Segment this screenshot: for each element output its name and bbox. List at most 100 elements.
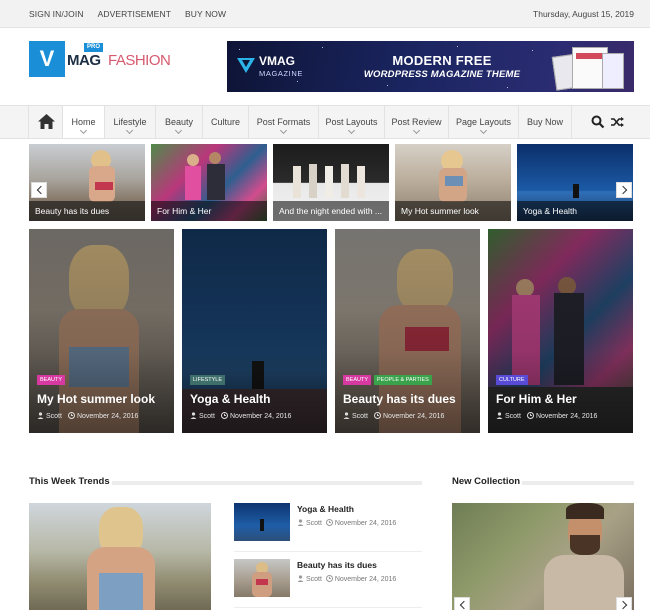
card-meta: Scott November 24, 2016: [190, 412, 291, 420]
slider-next-button[interactable]: [616, 182, 632, 198]
slider-caption: And the night ended with ...: [273, 201, 389, 221]
card-categories: BEAUTY PEOPLE & PARTIES: [343, 375, 432, 385]
slider-photo-figure: [95, 182, 113, 190]
user-icon: [190, 412, 197, 419]
banner-headline: MODERN FREE: [392, 53, 492, 68]
nav-item-label: Culture: [210, 117, 240, 127]
trend-list-item[interactable]: Yoga & Health Scott November 24, 2016: [234, 503, 422, 552]
slider-photo-figure: [209, 152, 221, 164]
category-badge[interactable]: PEOPLE & PARTIES: [374, 375, 432, 385]
nav-home-button[interactable]: [28, 106, 63, 138]
post-date: November 24, 2016: [535, 413, 598, 420]
featured-post-card[interactable]: BEAUTY My Hot summer look Scott November…: [29, 229, 174, 433]
banner-star: [297, 81, 298, 82]
banner-star: [507, 87, 508, 88]
slider-photo-figure: [207, 164, 225, 200]
logo-mark: V: [29, 41, 65, 77]
chevron-right-icon: [618, 185, 628, 195]
card-author[interactable]: Scott: [343, 412, 368, 420]
slider-photo-figure: [187, 154, 199, 166]
buy-now-link[interactable]: BUY NOW: [185, 9, 226, 19]
featured-post-card[interactable]: CULTURE For Him & Her Scott November 24,…: [488, 229, 633, 433]
collection-prev-button[interactable]: [454, 597, 470, 610]
search-icon[interactable]: [591, 115, 605, 129]
trend-featured-image[interactable]: [29, 503, 211, 610]
thumb-figure: [256, 579, 268, 585]
slider-item[interactable]: For Him & Her: [151, 144, 267, 221]
nav-item-label: Page Layouts: [455, 117, 512, 127]
collection-next-button[interactable]: [616, 597, 632, 610]
nav-item-post-layouts[interactable]: Post Layouts: [319, 106, 385, 138]
advertisement-link[interactable]: ADVERTISEMENT: [98, 9, 171, 19]
slider-item[interactable]: And the night ended with ...: [273, 144, 389, 221]
author-name[interactable]: Scott: [306, 520, 322, 527]
section-divider: [112, 481, 422, 485]
logo-pro-badge: PRO: [84, 43, 104, 52]
nav-item-label: Post Review: [391, 117, 442, 127]
nav-item-post-review[interactable]: Post Review: [385, 106, 449, 138]
card-categories: CULTURE: [496, 375, 528, 385]
trend-thumbnail[interactable]: [234, 503, 290, 541]
device-screen-header: [576, 53, 604, 59]
nav-item-culture[interactable]: Culture: [203, 106, 249, 138]
author-name: Scott: [352, 413, 368, 420]
card-date: November 24, 2016: [526, 412, 598, 420]
category-badge[interactable]: LIFESTYLE: [190, 375, 226, 385]
slider-prev-button[interactable]: [31, 182, 47, 198]
nav-item-buy-now[interactable]: Buy Now: [519, 106, 572, 138]
nav-item-label: Beauty: [164, 117, 194, 127]
featured-post-card[interactable]: LIFESTYLE Yoga & Health Scott November 2…: [182, 229, 327, 433]
chevron-down-icon: [412, 126, 420, 135]
trend-title[interactable]: Beauty has its dues: [297, 560, 377, 570]
shuffle-icon[interactable]: [610, 115, 624, 129]
chevron-down-icon: [347, 126, 355, 135]
collection-slider[interactable]: [452, 503, 634, 610]
nav-item-lifestyle[interactable]: Lifestyle: [105, 106, 156, 138]
post-date: November 24, 2016: [76, 413, 139, 420]
chevron-left-icon: [36, 185, 46, 195]
post-date: November 24, 2016: [334, 520, 397, 527]
author-name: Scott: [46, 413, 62, 420]
slider-photo-figure: [325, 166, 333, 198]
slider-photo-figure: [185, 166, 201, 200]
post-date: November 24, 2016: [334, 576, 397, 583]
list-divider: [234, 551, 422, 552]
nav-item-home[interactable]: Home: [63, 106, 105, 138]
slider-photo-figure: [293, 166, 301, 198]
card-categories: BEAUTY: [37, 375, 66, 385]
slider-item[interactable]: My Hot summer look: [395, 144, 511, 221]
card-title[interactable]: Beauty has its dues: [343, 392, 456, 406]
collection-photo-figure: [570, 535, 600, 555]
top-links: SIGN IN/JOIN ADVERTISEMENT BUY NOW: [29, 9, 226, 19]
sign-in-link[interactable]: SIGN IN/JOIN: [29, 9, 84, 19]
slider-caption: Yoga & Health: [517, 201, 633, 221]
card-title[interactable]: For Him & Her: [496, 392, 577, 406]
nav-item-page-layouts[interactable]: Page Layouts: [449, 106, 519, 138]
card-title[interactable]: My Hot summer look: [37, 392, 155, 406]
featured-post-card[interactable]: BEAUTY PEOPLE & PARTIES Beauty has its d…: [335, 229, 480, 433]
slider-photo-figure: [309, 164, 317, 198]
site-logo[interactable]: V PRO MAG FASHION: [29, 41, 171, 79]
banner-logo-sub: MAGAZINE: [259, 69, 303, 78]
slider-photo-figure: [445, 176, 463, 186]
card-author[interactable]: Scott: [37, 412, 62, 420]
card-title[interactable]: Yoga & Health: [190, 392, 270, 406]
thumb-figure: [260, 519, 264, 531]
card-author[interactable]: Scott: [496, 412, 521, 420]
category-badge[interactable]: CULTURE: [496, 375, 528, 385]
author-name[interactable]: Scott: [306, 576, 322, 583]
header-banner-ad[interactable]: VMAG MAGAZINE MODERN FREE WORDPRESS MAGA…: [227, 41, 634, 92]
chevron-down-icon: [79, 126, 87, 135]
post-date: November 24, 2016: [229, 413, 292, 420]
trend-title[interactable]: Yoga & Health: [297, 504, 354, 514]
nav-item-beauty[interactable]: Beauty: [156, 106, 203, 138]
trend-thumbnail[interactable]: [234, 559, 290, 597]
category-badge[interactable]: BEAUTY: [37, 375, 66, 385]
author-name: Scott: [199, 413, 215, 420]
trend-list-item[interactable]: Beauty has its dues Scott November 24, 2…: [234, 559, 422, 608]
card-author[interactable]: Scott: [190, 412, 215, 420]
user-icon: [496, 412, 503, 419]
category-badge[interactable]: BEAUTY: [343, 375, 372, 385]
nav-item-post-formats[interactable]: Post Formats: [249, 106, 319, 138]
nav-item-label: Home: [71, 117, 96, 127]
